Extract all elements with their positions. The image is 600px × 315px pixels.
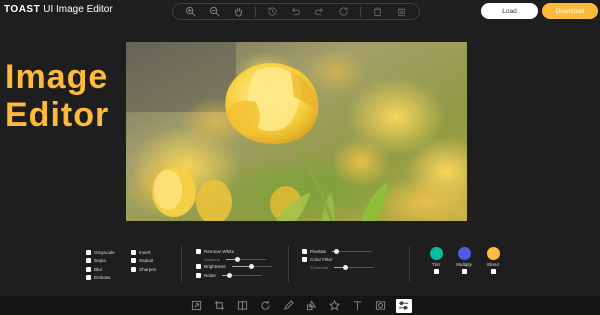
sepia-checkbox[interactable] (86, 258, 91, 263)
load-button[interactable]: Load (481, 3, 538, 19)
color-filter-label: Color Filter (310, 257, 333, 262)
noise-slider[interactable] (221, 272, 262, 278)
panel-divider (409, 246, 410, 282)
blur-filter[interactable]: Blur (86, 265, 115, 273)
blend-filter: Blend (480, 247, 506, 274)
sharpen-checkbox[interactable] (131, 266, 136, 272)
emboss-checkbox[interactable] (86, 275, 91, 280)
threshold-row: Threshold (302, 264, 374, 271)
filter-icon[interactable] (395, 298, 412, 313)
pixelate-slider[interactable] (332, 248, 373, 254)
side-title: Image Editor (5, 58, 109, 134)
multiply-swatch[interactable] (457, 247, 471, 260)
tint-swatch[interactable] (429, 247, 443, 260)
noise-label: Noise (204, 272, 216, 278)
invert-filter[interactable]: Invert (131, 248, 156, 256)
logo-mark: TOAST (4, 4, 41, 15)
filter-column-adjust: Remove White Distance Brightness Noise (196, 247, 272, 280)
header: TOAST UI Image Editor Load Download (0, 0, 600, 22)
pixelate-filter[interactable]: Pixelate (302, 247, 374, 255)
blur-label: Blur (94, 266, 103, 272)
download-button[interactable]: Download (542, 3, 598, 19)
top-menu-separator (359, 6, 361, 17)
editor-canvas[interactable] (126, 42, 467, 221)
pixelate-checkbox[interactable] (302, 248, 307, 254)
brightness-label: Brightness (204, 264, 226, 269)
grayscale-label: Grayscale (94, 249, 115, 255)
distance-slider[interactable] (225, 256, 266, 262)
brightness-filter[interactable]: Brightness (196, 263, 272, 271)
multiply-filter: Multiply (451, 247, 477, 274)
history-icon[interactable] (265, 5, 279, 19)
grayscale-checkbox[interactable] (86, 249, 91, 255)
flip-icon[interactable] (235, 299, 251, 313)
sepia2-checkbox[interactable] (131, 258, 136, 263)
distance-row: Distance (196, 256, 272, 263)
distance-label: Distance (204, 256, 220, 262)
side-title-line1: Image (5, 58, 109, 96)
panel-divider (181, 246, 182, 282)
remove-white-filter[interactable]: Remove White (196, 247, 272, 255)
invert-checkbox[interactable] (131, 249, 136, 255)
emboss-filter[interactable]: Emboss (86, 274, 115, 282)
brightness-checkbox[interactable] (196, 264, 201, 269)
blend-swatch[interactable] (486, 247, 500, 260)
draw-icon[interactable] (281, 299, 297, 313)
remove-white-label: Remove White (204, 248, 235, 254)
side-title-line2: Editor (5, 96, 110, 134)
logo-text: UI Image Editor (43, 4, 113, 15)
multiply-label: Multiply (456, 262, 472, 267)
remove-white-checkbox[interactable] (196, 248, 201, 254)
icon-icon[interactable] (327, 299, 343, 313)
filter-column-basic: Grayscale Sepia Blur Emboss (86, 248, 115, 282)
brightness-slider[interactable] (231, 264, 272, 269)
top-menu (172, 3, 420, 20)
invert-label: Invert (139, 249, 151, 255)
multiply-checkbox[interactable] (461, 269, 467, 274)
hand-icon[interactable] (231, 5, 245, 19)
panel-divider (288, 246, 289, 282)
tulip-photo (126, 42, 467, 221)
sepia-filter[interactable]: Sepia (86, 257, 115, 265)
blend-checkbox[interactable] (490, 269, 496, 274)
delete-icon[interactable] (370, 5, 384, 19)
sepia2-label: Sepia2 (139, 258, 154, 263)
delete-all-icon[interactable] (394, 5, 408, 19)
tint-checkbox[interactable] (433, 269, 439, 274)
rotate-icon[interactable] (258, 299, 274, 313)
crop-icon[interactable] (212, 299, 228, 313)
sharpen-label: Sharpen (139, 266, 157, 272)
threshold-slider[interactable] (333, 265, 374, 270)
filter-panel: Grayscale Sepia Blur Emboss Invert Sepia… (0, 243, 600, 295)
threshold-label: Threshold (310, 265, 328, 270)
zoom-in-icon[interactable] (184, 5, 198, 19)
filter-column-pixel: Pixelate Color Filter Threshold (302, 247, 374, 271)
shape-icon[interactable] (304, 299, 320, 313)
mask-icon[interactable] (373, 299, 389, 313)
blend-label: Blend (487, 262, 499, 267)
text-icon[interactable] (350, 299, 366, 313)
reset-icon[interactable] (336, 5, 350, 19)
resize-icon[interactable] (189, 299, 205, 313)
grayscale-filter[interactable]: Grayscale (86, 248, 115, 256)
tint-filter: Tint (423, 247, 449, 274)
noise-filter[interactable]: Noise (196, 271, 272, 279)
redo-icon[interactable] (313, 5, 327, 19)
color-filter-filter[interactable]: Color Filter (302, 256, 374, 264)
zoom-out-icon[interactable] (207, 5, 221, 19)
color-filter-checkbox[interactable] (302, 257, 307, 262)
blur-checkbox[interactable] (86, 266, 91, 272)
bottom-menu (0, 296, 600, 315)
sepia-label: Sepia (94, 258, 106, 263)
noise-checkbox[interactable] (196, 272, 201, 278)
undo-icon[interactable] (289, 5, 303, 19)
emboss-label: Emboss (94, 275, 111, 280)
tint-label: Tint (432, 262, 440, 267)
top-menu-separator (254, 6, 256, 17)
logo: TOAST UI Image Editor (4, 4, 113, 15)
pixelate-label: Pixelate (310, 248, 327, 254)
filter-column-extra: Invert Sepia2 Sharpen (131, 248, 156, 274)
sepia2-filter[interactable]: Sepia2 (131, 257, 156, 265)
sharpen-filter[interactable]: Sharpen (131, 265, 156, 273)
